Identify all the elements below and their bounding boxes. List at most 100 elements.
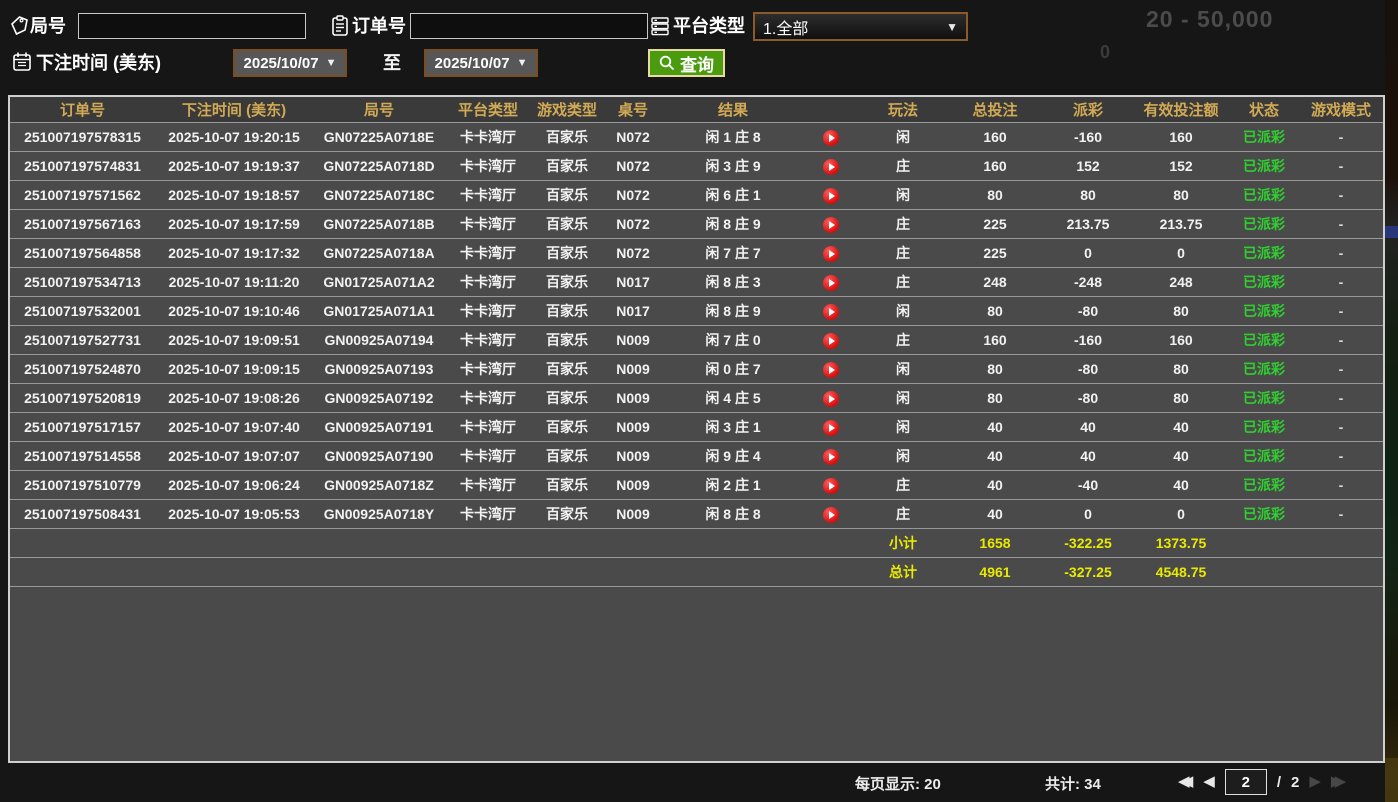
subtotal-valid: 1373.75: [1133, 529, 1229, 558]
table-row: 251007197527731 2025-10-07 19:09:51 GN00…: [10, 326, 1383, 355]
cell-replay: [803, 384, 859, 413]
calendar-icon: [12, 51, 32, 73]
cell-result: 闲 2 庄 1: [663, 471, 803, 500]
column-header: 有效投注额: [1133, 97, 1229, 123]
total-count-value: 34: [1084, 776, 1101, 793]
cell-round-number: GN00925A07190: [313, 442, 445, 471]
cell-valid-bet: 0: [1133, 500, 1229, 529]
cell-game-type: 百家乐: [531, 471, 603, 500]
cell-bet-time: 2025-10-07 19:07:07: [155, 442, 313, 471]
cell-payout: 0: [1043, 239, 1133, 268]
column-header: 游戏模式: [1299, 97, 1383, 123]
date-to-picker[interactable]: 2025/10/07 ▼: [424, 49, 538, 77]
cell-game-mode: -: [1299, 500, 1383, 529]
replay-play-icon[interactable]: [823, 246, 839, 262]
cell-status: 已派彩: [1229, 268, 1299, 297]
cell-total-bet: 40: [947, 500, 1043, 529]
cell-order-number: 251007197571562: [10, 181, 155, 210]
cell-status: 已派彩: [1229, 326, 1299, 355]
replay-play-icon[interactable]: [823, 159, 839, 175]
cell-total-bet: 225: [947, 239, 1043, 268]
first-page-button[interactable]: ◀◀: [1178, 769, 1193, 795]
replay-play-icon[interactable]: [823, 449, 839, 465]
cell-table-number: N009: [603, 384, 663, 413]
cell-table-number: N009: [603, 471, 663, 500]
cell-platform: 卡卡湾厅: [445, 152, 531, 181]
cell-valid-bet: 160: [1133, 123, 1229, 152]
cell-game-type: 百家乐: [531, 123, 603, 152]
replay-play-icon[interactable]: [823, 188, 839, 204]
cell-order-number: 251007197564858: [10, 239, 155, 268]
bet-rows: 251007197578315 2025-10-07 19:20:15 GN07…: [10, 123, 1383, 529]
column-header: 状态: [1229, 97, 1299, 123]
cell-status: 已派彩: [1229, 413, 1299, 442]
platform-type-select[interactable]: 1.全部 ▼: [753, 12, 968, 41]
cell-result: 闲 0 庄 7: [663, 355, 803, 384]
date-range-to-label: 至: [383, 49, 401, 77]
cell-bet-time: 2025-10-07 19:17:59: [155, 210, 313, 239]
cell-payout: -160: [1043, 123, 1133, 152]
pagination: ◀◀ ◀ / 2 ▶ ▶▶: [1178, 769, 1346, 795]
cell-round-number: GN00925A07192: [313, 384, 445, 413]
cell-status: 已派彩: [1229, 152, 1299, 181]
replay-play-icon[interactable]: [823, 217, 839, 233]
cell-result: 闲 8 庄 9: [663, 297, 803, 326]
replay-play-icon[interactable]: [823, 362, 839, 378]
cell-valid-bet: 40: [1133, 471, 1229, 500]
replay-play-icon[interactable]: [823, 333, 839, 349]
query-button[interactable]: 查询: [648, 49, 725, 77]
bet-records-panel: 订单号下注时间 (美东)局号平台类型游戏类型桌号结果玩法总投注派彩有效投注额状态…: [8, 95, 1385, 763]
date-from-picker[interactable]: 2025/10/07 ▼: [233, 49, 347, 77]
page-number-input[interactable]: [1225, 769, 1267, 795]
cell-valid-bet: 80: [1133, 181, 1229, 210]
replay-play-icon[interactable]: [823, 420, 839, 436]
chevron-down-icon: ▼: [517, 57, 528, 69]
order-number-input[interactable]: [410, 13, 648, 39]
cell-payout: -80: [1043, 355, 1133, 384]
cell-order-number: 251007197567163: [10, 210, 155, 239]
column-header: 局号: [313, 97, 445, 123]
cell-payout: 152: [1043, 152, 1133, 181]
cell-result: 闲 8 庄 3: [663, 268, 803, 297]
replay-play-icon[interactable]: [823, 275, 839, 291]
replay-play-icon[interactable]: [823, 478, 839, 494]
replay-play-icon[interactable]: [823, 130, 839, 146]
cell-bet-time: 2025-10-07 19:19:37: [155, 152, 313, 181]
column-header: 游戏类型: [531, 97, 603, 123]
total-payout: -327.25: [1043, 558, 1133, 587]
replay-play-icon[interactable]: [823, 391, 839, 407]
cell-bet-time: 2025-10-07 19:09:51: [155, 326, 313, 355]
cell-game-mode: -: [1299, 355, 1383, 384]
chevron-down-icon: ▼: [946, 20, 966, 34]
cell-table-number: N009: [603, 413, 663, 442]
cell-play-method: 闲: [859, 442, 947, 471]
cell-result: 闲 9 庄 4: [663, 442, 803, 471]
subtotal-row: 小计 1658 -322.25 1373.75: [10, 529, 1383, 558]
page-separator: /: [1277, 774, 1281, 791]
cell-game-type: 百家乐: [531, 355, 603, 384]
cell-valid-bet: 80: [1133, 297, 1229, 326]
clipboard-icon: [330, 15, 350, 37]
cell-order-number: 251007197520819: [10, 384, 155, 413]
column-header: [803, 97, 859, 123]
round-number-input[interactable]: [78, 13, 306, 39]
cell-play-method: 庄: [859, 152, 947, 181]
cell-platform: 卡卡湾厅: [445, 239, 531, 268]
cell-result: 闲 1 庄 8: [663, 123, 803, 152]
cell-result: 闲 3 庄 1: [663, 413, 803, 442]
bet-time-label: 下注时间 (美东): [36, 49, 161, 77]
cell-status: 已派彩: [1229, 355, 1299, 384]
cell-valid-bet: 80: [1133, 384, 1229, 413]
cell-replay: [803, 471, 859, 500]
replay-play-icon[interactable]: [823, 507, 839, 523]
cell-game-mode: -: [1299, 471, 1383, 500]
prev-page-button[interactable]: ◀: [1203, 769, 1215, 795]
platform-type-label: 平台类型: [673, 12, 745, 40]
replay-play-icon[interactable]: [823, 304, 839, 320]
table-row: 251007197571562 2025-10-07 19:18:57 GN07…: [10, 181, 1383, 210]
cell-round-number: GN00925A07193: [313, 355, 445, 384]
cell-game-mode: -: [1299, 268, 1383, 297]
cell-total-bet: 40: [947, 471, 1043, 500]
cell-bet-time: 2025-10-07 19:06:24: [155, 471, 313, 500]
cell-game-type: 百家乐: [531, 384, 603, 413]
